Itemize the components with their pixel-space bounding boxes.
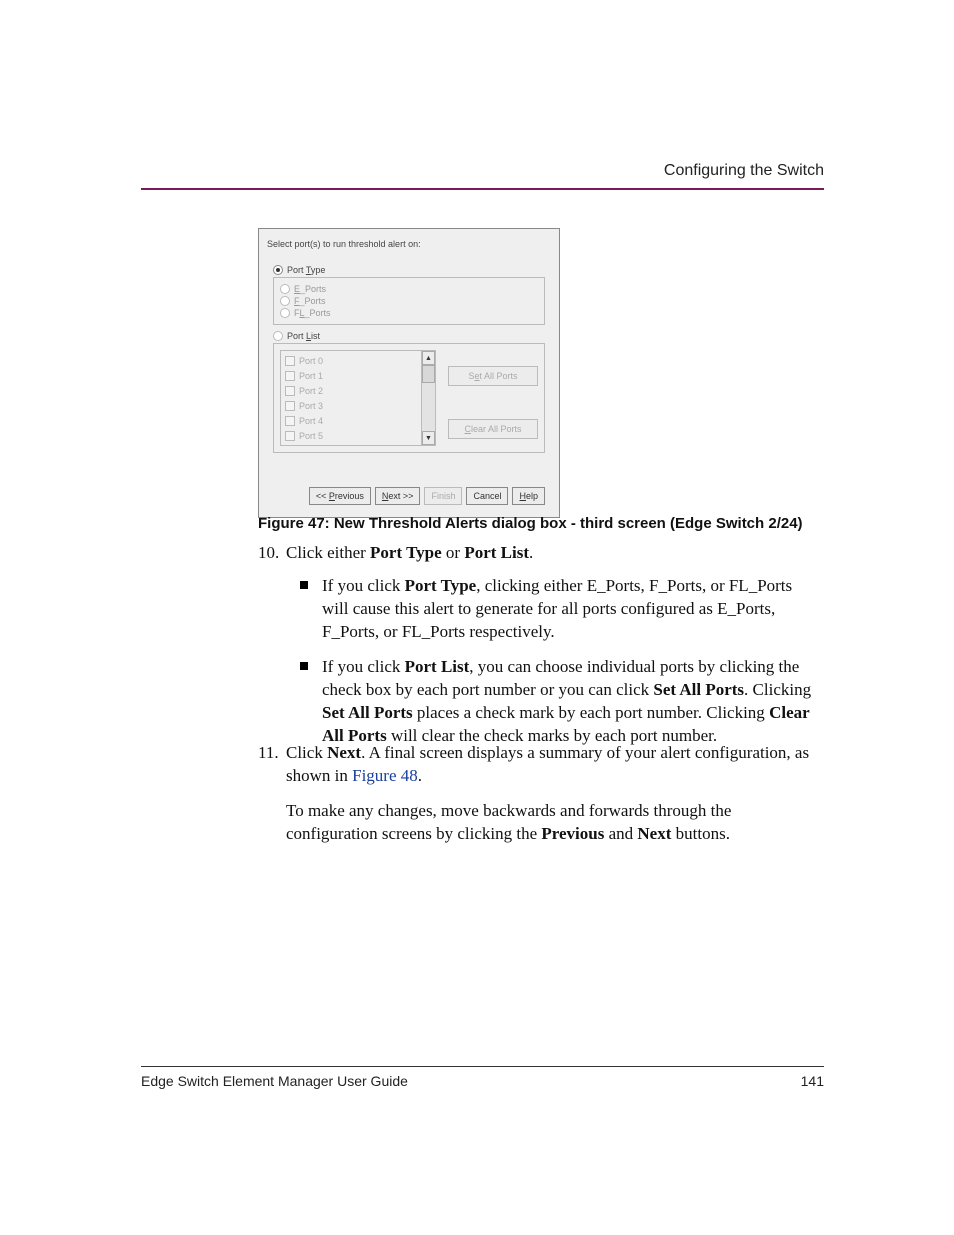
- step-text: Click Next. A final screen displays a su…: [286, 743, 809, 785]
- step-text: Click either Port Type or Port List.: [286, 543, 533, 562]
- finish-button[interactable]: Finish: [424, 487, 462, 505]
- radio-f-ports[interactable]: F_Ports: [280, 296, 538, 306]
- next-button[interactable]: Next >>: [375, 487, 421, 505]
- bullet-icon: [300, 581, 308, 589]
- button-label: Clear All Ports: [464, 424, 521, 434]
- port-item[interactable]: Port 2: [283, 383, 419, 398]
- radio-icon: [273, 331, 283, 341]
- port-item-label: Port 2: [299, 386, 323, 396]
- radio-icon: [280, 284, 290, 294]
- checkbox-icon: [285, 416, 295, 426]
- radio-fl-ports[interactable]: FL_Ports: [280, 308, 538, 318]
- figure-link[interactable]: Figure 48: [352, 766, 418, 785]
- radio-label: E_Ports: [294, 284, 326, 294]
- port-item[interactable]: Port 0: [283, 353, 419, 368]
- radio-port-type[interactable]: Port Type: [273, 265, 551, 275]
- scroll-track: [422, 383, 435, 431]
- button-label: Help: [519, 491, 538, 501]
- port-list-box: Port 0 Port 1 Port 2 Port 3 Port 4 Port …: [280, 350, 436, 446]
- footer-divider: [141, 1066, 824, 1067]
- checkbox-icon: [285, 371, 295, 381]
- bullet-item: If you click Port List, you can choose i…: [286, 656, 814, 748]
- checkbox-icon: [285, 401, 295, 411]
- port-item[interactable]: Port 3: [283, 398, 419, 413]
- step-number: 11.: [258, 742, 284, 765]
- set-all-ports-button[interactable]: Set All Ports: [448, 366, 538, 386]
- bullet-item: If you click Port Type, clicking either …: [286, 575, 814, 644]
- scrollbar[interactable]: ▲ ▼: [421, 351, 435, 445]
- threshold-alerts-dialog: Select port(s) to run threshold alert on…: [258, 228, 560, 518]
- radio-e-ports[interactable]: E_Ports: [280, 284, 538, 294]
- footer-page-number: 141: [801, 1073, 824, 1089]
- port-type-subgroup: E_Ports F_Ports FL_Ports: [273, 277, 545, 325]
- help-button[interactable]: Help: [512, 487, 545, 505]
- button-label: << Previous: [316, 491, 364, 501]
- button-label: Next >>: [382, 491, 414, 501]
- radio-port-list[interactable]: Port List: [273, 331, 551, 341]
- port-item-label: Port 1: [299, 371, 323, 381]
- footer-doc-title: Edge Switch Element Manager User Guide: [141, 1073, 408, 1089]
- port-item-label: Port 4: [299, 416, 323, 426]
- previous-button[interactable]: << Previous: [309, 487, 371, 505]
- checkbox-icon: [285, 356, 295, 366]
- bullet-text: If you click Port List, you can choose i…: [322, 657, 811, 745]
- radio-icon: [273, 265, 283, 275]
- checkbox-icon: [285, 431, 295, 441]
- port-list-group: Port 0 Port 1 Port 2 Port 3 Port 4 Port …: [273, 343, 545, 453]
- radio-icon: [280, 296, 290, 306]
- radio-label: Port Type: [287, 265, 325, 275]
- scroll-thumb[interactable]: [422, 365, 435, 383]
- clear-all-ports-button[interactable]: Clear All Ports: [448, 419, 538, 439]
- scroll-down-icon[interactable]: ▼: [422, 431, 435, 445]
- button-label: Set All Ports: [468, 371, 517, 381]
- radio-label: FL_Ports: [294, 308, 331, 318]
- cancel-button[interactable]: Cancel: [466, 487, 508, 505]
- checkbox-icon: [285, 386, 295, 396]
- port-item-label: Port 0: [299, 356, 323, 366]
- port-item-label: Port 3: [299, 401, 323, 411]
- radio-label: F_Ports: [294, 296, 326, 306]
- page-header-title: Configuring the Switch: [141, 162, 824, 180]
- port-item[interactable]: Port 5: [283, 428, 419, 443]
- radio-label: Port List: [287, 331, 320, 341]
- button-label: Cancel: [473, 491, 501, 501]
- step-number: 10.: [258, 542, 284, 565]
- bullet-icon: [300, 662, 308, 670]
- port-item[interactable]: Port 4: [283, 413, 419, 428]
- port-item[interactable]: Port 1: [283, 368, 419, 383]
- header-divider: [141, 188, 824, 190]
- scroll-up-icon[interactable]: ▲: [422, 351, 435, 365]
- button-label: Finish: [431, 491, 455, 501]
- dialog-footer: << Previous Next >> Finish Cancel Help: [267, 483, 551, 511]
- bullet-text: If you click Port Type, clicking either …: [322, 576, 792, 641]
- radio-icon: [280, 308, 290, 318]
- figure-caption: Figure 47: New Threshold Alerts dialog b…: [258, 515, 814, 532]
- step-paragraph: To make any changes, move backwards and …: [286, 800, 814, 846]
- dialog-instruction: Select port(s) to run threshold alert on…: [267, 239, 551, 249]
- port-item-label: Port 5: [299, 431, 323, 441]
